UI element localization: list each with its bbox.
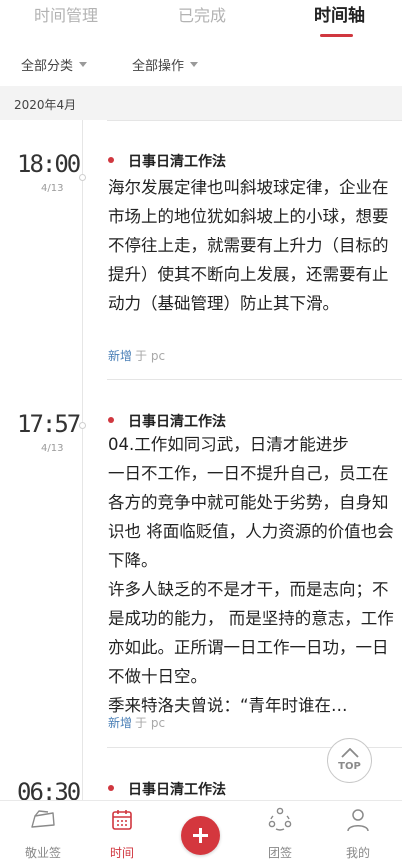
month-header: 2020年4月: [0, 86, 402, 120]
entry-body: 海尔发展定律也叫斜坡球定律，企业在市场上的地位犹如斜坡上的小球，想要不停往上走，…: [108, 178, 389, 313]
entry-title: 日事日清工作法: [128, 154, 226, 170]
active-tab-indicator: [320, 34, 353, 37]
divider: [107, 379, 402, 380]
tab-timeline[interactable]: 时间轴: [314, 1, 365, 26]
nav-label: 我的: [345, 846, 370, 860]
chevron-up-icon: [341, 748, 359, 758]
add-icon-stroke: [199, 828, 202, 843]
entry-time: 18:00: [17, 150, 81, 178]
entry-time: 17:57: [17, 410, 81, 438]
entry-title: 日事日清工作法: [128, 414, 226, 430]
nav-label: 团签: [267, 846, 292, 860]
entry-time: 06:30: [17, 778, 81, 800]
nav-label: 时间: [109, 846, 134, 860]
entry-date: 4/13: [41, 183, 64, 194]
timeline-list[interactable]: 18:00 4/13 日事日清工作法 海尔发展定律也叫斜坡球定律，企业在市场上的…: [0, 120, 402, 800]
timeline-node-icon: [79, 422, 86, 429]
action-filter-dropdown[interactable]: 全部操作: [132, 55, 199, 74]
top-tab-bar: 时间管理 已完成 时间轴: [0, 0, 402, 44]
entry-source: 于 pc: [135, 349, 166, 363]
nav-item-time[interactable]: 时间: [87, 807, 157, 860]
timeline-node-icon: [79, 174, 86, 181]
user-icon: [347, 809, 369, 832]
calendar-icon: [112, 810, 132, 830]
back-to-top-button[interactable]: TOP: [327, 738, 372, 783]
back-to-top-label: TOP: [338, 761, 361, 772]
nav-label: 敬业签: [24, 846, 61, 860]
caret-down-icon: [79, 62, 88, 67]
entry-action: 新增: [108, 716, 133, 730]
caret-down-icon: [190, 62, 199, 67]
entry-meta: 新增于 pc: [108, 714, 165, 731]
filter-bar: 全部分类 全部操作: [0, 44, 402, 84]
team-icon: [268, 807, 292, 831]
entry-bullet-icon: [108, 417, 114, 423]
nav-item-notes[interactable]: 敬业签: [8, 807, 78, 860]
entry-date: 4/13: [41, 443, 64, 454]
bottom-nav: 敬业签 时间 团签 我的: [0, 800, 402, 862]
entry-meta: 新增于 pc: [108, 347, 165, 364]
entry-action: 新增: [108, 349, 133, 363]
nav-item-team[interactable]: 团签: [245, 807, 315, 860]
entry-bullet-icon: [108, 785, 114, 791]
nav-item-profile[interactable]: 我的: [323, 807, 393, 860]
category-filter-dropdown[interactable]: 全部分类: [21, 55, 88, 74]
timeline-axis: [82, 120, 83, 800]
category-filter-label: 全部分类: [21, 59, 74, 74]
entry-bullet-icon: [108, 157, 114, 163]
note-icon: [31, 810, 55, 828]
month-label: 2020年4月: [14, 98, 77, 112]
action-filter-label: 全部操作: [132, 59, 185, 74]
divider: [107, 120, 402, 121]
entry-body: 04.工作如同习武，日清才能进步 一日不工作，一日不提升自己，员工在各方的竞争中…: [108, 435, 394, 715]
tab-time-management[interactable]: 时间管理: [34, 2, 98, 26]
tab-completed[interactable]: 已完成: [178, 2, 226, 26]
entry-title: 日事日清工作法: [128, 782, 226, 798]
add-button[interactable]: [181, 816, 220, 855]
entry-source: 于 pc: [135, 716, 166, 730]
